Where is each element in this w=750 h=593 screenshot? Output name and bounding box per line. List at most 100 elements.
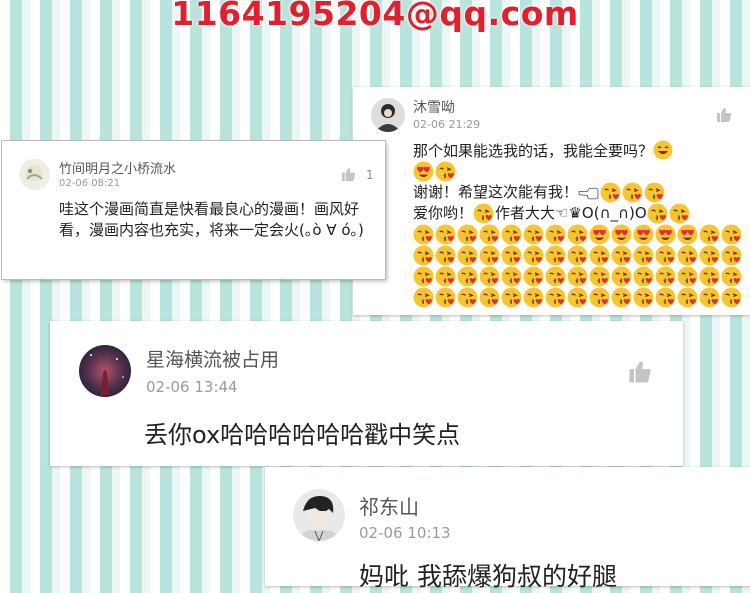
timestamp: 02-06 10:13 <box>359 524 451 542</box>
kissing-heart-emoji <box>567 245 588 266</box>
kissing-heart-emoji <box>413 245 434 266</box>
username[interactable]: 沐雪呦 <box>413 97 455 117</box>
kissing-heart-emoji <box>545 224 566 245</box>
smile-emoji <box>653 140 673 160</box>
kissing-heart-emoji <box>633 245 654 266</box>
kissing-heart-emoji <box>633 287 654 308</box>
kissing-heart-emoji <box>501 287 522 308</box>
email-banner: 1164195204@qq.com <box>171 0 579 33</box>
comment-text: 妈吡 我舔爆狗叔的好腿 <box>359 562 617 591</box>
kissing-heart-emoji <box>589 266 610 287</box>
emoji-group <box>578 182 666 203</box>
comment-text: 哇这个漫画简直是快看最良心的漫画！画风好看，漫画内容也充实，将来一定会火(｡ò … <box>59 200 364 239</box>
username[interactable]: 竹间明月之小桥流水 <box>59 158 176 177</box>
thumbs-up-icon <box>341 167 356 182</box>
kissing-heart-emoji <box>523 245 544 266</box>
heart-eyes-emoji <box>633 224 654 245</box>
kissing-heart-emoji <box>413 224 434 245</box>
kissing-heart-emoji <box>611 266 632 287</box>
avatar[interactable] <box>371 98 405 132</box>
emoji-line <box>413 161 748 182</box>
emoji-group <box>647 203 691 224</box>
point-left-hand-emoji <box>578 182 599 203</box>
kissing-heart-emoji <box>589 287 610 308</box>
kissing-heart-emoji <box>501 266 522 287</box>
kissing-heart-emoji <box>567 266 588 287</box>
kissing-heart-emoji <box>699 224 720 245</box>
kissing-heart-emoji <box>611 287 632 308</box>
like-button[interactable] <box>716 107 732 123</box>
kissing-heart-emoji <box>699 287 720 308</box>
kissing-heart-emoji <box>457 287 478 308</box>
kissing-heart-emoji <box>545 266 566 287</box>
kissing-heart-emoji <box>523 224 544 245</box>
kissing-heart-emoji <box>677 245 698 266</box>
kissing-heart-emoji <box>413 287 434 308</box>
kissing-heart-emoji <box>457 224 478 245</box>
like-count: 1 <box>366 167 374 182</box>
kissing-heart-emoji <box>435 266 456 287</box>
kissing-heart-emoji <box>523 266 544 287</box>
kissing-heart-emoji <box>721 266 742 287</box>
avatar[interactable] <box>19 159 50 190</box>
kissing-heart-emoji <box>721 224 742 245</box>
heart-eyes-emoji <box>413 161 434 182</box>
kissing-heart-emoji <box>655 245 676 266</box>
comment-card-4: 祁东山 02-06 10:13 妈吡 我舔爆狗叔的好腿 <box>265 467 750 591</box>
thumbs-up-icon <box>717 108 732 122</box>
kissing-heart-emoji <box>501 245 522 266</box>
kissing-heart-emoji <box>567 224 588 245</box>
kissing-heart-emoji <box>655 287 676 308</box>
kissing-heart-emoji <box>457 245 478 266</box>
heart-eyes-emoji <box>611 224 632 245</box>
kissing-heart-emoji <box>479 224 500 245</box>
comment-text: 丢你ox哈哈哈哈哈哈戳中笑点 <box>144 421 461 449</box>
like-button[interactable]: 1 <box>341 167 374 182</box>
kissing-heart-emoji <box>611 245 632 266</box>
comment-card-2: 沐雪呦 02-06 21:29 那个如果能选我的话，我能全要吗？ 谢谢！希望这次… <box>353 87 750 315</box>
username[interactable]: 祁东山 <box>359 491 419 520</box>
emoji-row <box>413 245 748 266</box>
kissing-heart-emoji <box>435 245 456 266</box>
kissing-heart-emoji <box>435 161 456 182</box>
kissing-heart-emoji <box>545 287 566 308</box>
kissing-heart-emoji <box>413 266 434 287</box>
kissing-heart-emoji <box>479 266 500 287</box>
kissing-heart-emoji <box>644 182 665 203</box>
comment-card-3: 星海横流被占用 02-06 13:44 丢你ox哈哈哈哈哈哈戳中笑点 <box>50 321 683 466</box>
heart-eyes-emoji <box>677 224 698 245</box>
emoji-row <box>413 287 748 308</box>
emoji-row <box>413 224 748 245</box>
kissing-heart-emoji <box>655 266 676 287</box>
emoji-group <box>473 203 495 224</box>
kissing-heart-emoji <box>699 245 720 266</box>
kissing-heart-emoji <box>523 287 544 308</box>
timestamp: 02-06 08:21 <box>59 178 121 189</box>
kissing-heart-emoji <box>677 266 698 287</box>
kissing-heart-emoji <box>545 245 566 266</box>
kissing-heart-emoji <box>721 245 742 266</box>
kissing-heart-emoji <box>677 287 698 308</box>
emoji-row <box>413 266 748 287</box>
username[interactable]: 星海横流被占用 <box>146 345 279 372</box>
kissing-heart-emoji <box>567 287 588 308</box>
kissing-heart-emoji <box>501 224 522 245</box>
emoji-grid <box>413 224 748 308</box>
comment-text: 那个如果能选我的话，我能全要吗？ 谢谢！希望这次能有我！ 爱你哟！ 作者大大☜♛O… <box>413 140 748 308</box>
kissing-heart-emoji <box>600 182 621 203</box>
kissing-heart-emoji <box>473 203 494 224</box>
heart-eyes-emoji <box>589 224 610 245</box>
thumbs-up-icon <box>629 361 651 383</box>
kissing-heart-emoji <box>479 245 500 266</box>
kissing-heart-emoji <box>435 287 456 308</box>
like-button[interactable] <box>628 360 652 384</box>
kissing-heart-emoji <box>589 245 610 266</box>
kissing-heart-emoji <box>435 224 456 245</box>
kissing-heart-emoji <box>457 266 478 287</box>
kissing-heart-emoji <box>633 266 654 287</box>
heart-eyes-emoji <box>655 224 676 245</box>
kissing-heart-emoji <box>647 203 668 224</box>
avatar[interactable] <box>293 489 345 541</box>
comment-card-1: 竹间明月之小桥流水 02-06 08:21 1 哇这个漫画简直是快看最良心的漫画… <box>2 141 385 279</box>
avatar[interactable] <box>79 345 131 397</box>
